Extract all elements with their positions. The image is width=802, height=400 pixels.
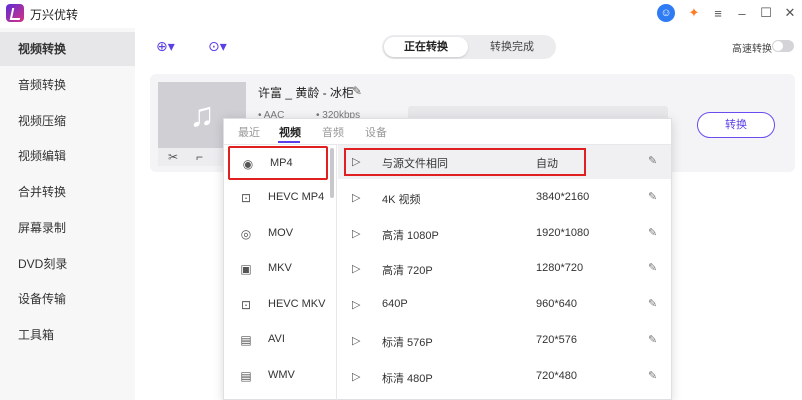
sidebar: 视频转换 音频转换 视频压缩 视频编辑 合并转换 屏幕录制 DVD刻录 设备传输… bbox=[0, 28, 135, 400]
status-segment: 正在转换 转换完成 bbox=[382, 35, 556, 59]
edit-icon[interactable]: ✎ bbox=[648, 369, 657, 382]
edit-icon[interactable]: ✎ bbox=[648, 226, 657, 239]
sidebar-item-video-convert[interactable]: 视频转换 bbox=[0, 32, 135, 66]
scissors-icon[interactable]: ✂ bbox=[168, 150, 178, 164]
format-item-mp4[interactable]: ◉ MP4 bbox=[228, 146, 328, 180]
sidebar-item-screen-record[interactable]: 屏幕录制 bbox=[0, 211, 135, 245]
sidebar-item-toolbox[interactable]: 工具箱 bbox=[0, 318, 135, 352]
gift-icon[interactable]: ✦ bbox=[685, 4, 703, 22]
resolution-value: 1280*720 bbox=[536, 262, 584, 274]
video-icon: ▷ bbox=[352, 299, 361, 311]
resolution-row[interactable]: ▷ 标清 576P 720*576 ✎ bbox=[338, 324, 671, 358]
mkv-icon: ▣ bbox=[240, 262, 252, 276]
format-label: HEVC MP4 bbox=[268, 191, 325, 203]
sidebar-item-dvd[interactable]: DVD刻录 bbox=[0, 247, 135, 281]
video-icon: ▷ bbox=[352, 371, 361, 383]
format-item-wmv[interactable]: ▤ WMV bbox=[228, 360, 328, 394]
minimize-icon[interactable]: – bbox=[733, 4, 751, 22]
format-label: MKV bbox=[268, 262, 292, 274]
resolution-row[interactable]: ▷ 标清 480P 720*480 ✎ bbox=[338, 360, 671, 394]
add-media-icon[interactable]: ⊙▾ bbox=[208, 38, 238, 56]
tab-converting[interactable]: 正在转换 bbox=[384, 37, 468, 57]
user-icon[interactable]: ☺ bbox=[657, 4, 675, 22]
resolution-value: 720*576 bbox=[536, 334, 577, 346]
hevc-icon: ⊡ bbox=[240, 191, 252, 205]
format-item-mkv[interactable]: ▣ MKV bbox=[228, 253, 328, 287]
sidebar-item-merge[interactable]: 合并转换 bbox=[0, 175, 135, 209]
format-label: WMV bbox=[268, 369, 295, 381]
resolution-name: 高清 720P bbox=[382, 265, 433, 277]
edit-icon[interactable]: ✎ bbox=[648, 261, 657, 274]
resolution-name: 高清 1080P bbox=[382, 230, 439, 242]
resolution-value: 3840*2160 bbox=[536, 191, 590, 203]
hevc-icon: ⊡ bbox=[240, 298, 252, 312]
resolution-name: 640P bbox=[382, 298, 408, 310]
edit-icon[interactable]: ✎ bbox=[648, 154, 657, 167]
app-logo bbox=[6, 4, 24, 22]
format-item-hevc-mkv[interactable]: ⊡ HEVC MKV bbox=[228, 289, 328, 323]
edit-icon[interactable]: ✎ bbox=[648, 297, 657, 310]
video-icon: ▷ bbox=[352, 192, 361, 204]
format-label: AVI bbox=[268, 333, 285, 345]
mp4-icon: ◉ bbox=[242, 157, 254, 171]
tab-underline bbox=[278, 141, 300, 143]
format-item-avi[interactable]: ▤ AVI bbox=[228, 324, 328, 358]
video-icon: ▷ bbox=[352, 263, 361, 275]
crop-icon[interactable]: ⌐ bbox=[196, 150, 203, 164]
edit-icon[interactable]: ✎ bbox=[648, 190, 657, 203]
sidebar-item-video-edit[interactable]: 视频编辑 bbox=[0, 139, 135, 173]
resolution-row[interactable]: ▷ 高清 720P 1280*720 ✎ bbox=[338, 252, 671, 286]
title-bar: 万兴优转 ☺ ✦ ≡ – ☐ ✕ bbox=[0, 0, 802, 28]
menu-icon[interactable]: ≡ bbox=[709, 4, 727, 22]
avi-icon: ▤ bbox=[240, 333, 252, 347]
resolution-value: 960*640 bbox=[536, 298, 577, 310]
tab-recent[interactable]: 最近 bbox=[238, 124, 260, 140]
mov-icon: ◎ bbox=[240, 227, 252, 241]
sidebar-item-video-compress[interactable]: 视频压缩 bbox=[0, 104, 135, 138]
file-title: 许富 _ 黄龄 - 冰柜 bbox=[258, 86, 355, 100]
format-label: MOV bbox=[268, 227, 294, 239]
format-label: MP4 bbox=[270, 157, 293, 169]
selection-highlight bbox=[344, 148, 586, 176]
edit-icon[interactable]: ✎ bbox=[352, 84, 362, 98]
tab-done[interactable]: 转换完成 bbox=[470, 37, 554, 57]
format-label: HEVC MKV bbox=[268, 298, 326, 310]
format-item-hevc-mp4[interactable]: ⊡ HEVC MP4 bbox=[228, 182, 328, 216]
tab-device[interactable]: 设备 bbox=[365, 124, 387, 140]
fast-convert-label: 高速转换 bbox=[732, 44, 772, 55]
wmv-icon: ▤ bbox=[240, 369, 252, 383]
video-icon: ▷ bbox=[352, 335, 361, 347]
fast-convert-toggle[interactable] bbox=[772, 40, 794, 52]
maximize-icon[interactable]: ☐ bbox=[757, 4, 775, 22]
tab-video[interactable]: 视频 bbox=[279, 124, 301, 140]
resolution-row[interactable]: ▷ 高清 1080P 1920*1080 ✎ bbox=[338, 217, 671, 251]
sidebar-item-audio-convert[interactable]: 音频转换 bbox=[0, 68, 135, 102]
resolution-name: 4K 视频 bbox=[382, 194, 421, 206]
resolution-name: 标清 480P bbox=[382, 373, 433, 385]
video-icon: ▷ bbox=[352, 228, 361, 240]
resolution-row[interactable]: ▷ 4K 视频 3840*2160 ✎ bbox=[338, 181, 671, 215]
tab-audio[interactable]: 音频 bbox=[322, 124, 344, 140]
add-file-icon[interactable]: ⊕▾ bbox=[156, 38, 186, 56]
format-item-mov[interactable]: ◎ MOV bbox=[228, 218, 328, 252]
convert-button[interactable]: 转换 bbox=[697, 112, 775, 138]
resolution-value: 720*480 bbox=[536, 370, 577, 382]
resolution-value: 1920*1080 bbox=[536, 227, 590, 239]
scrollbar[interactable] bbox=[330, 148, 334, 198]
close-icon[interactable]: ✕ bbox=[781, 4, 799, 22]
edit-icon[interactable]: ✎ bbox=[648, 333, 657, 346]
resolution-row[interactable]: ▷ 640P 960*640 ✎ bbox=[338, 288, 671, 322]
sidebar-item-device-transfer[interactable]: 设备传输 bbox=[0, 282, 135, 316]
app-title: 万兴优转 bbox=[30, 8, 79, 22]
resolution-name: 标清 576P bbox=[382, 337, 433, 349]
divider bbox=[336, 145, 337, 400]
